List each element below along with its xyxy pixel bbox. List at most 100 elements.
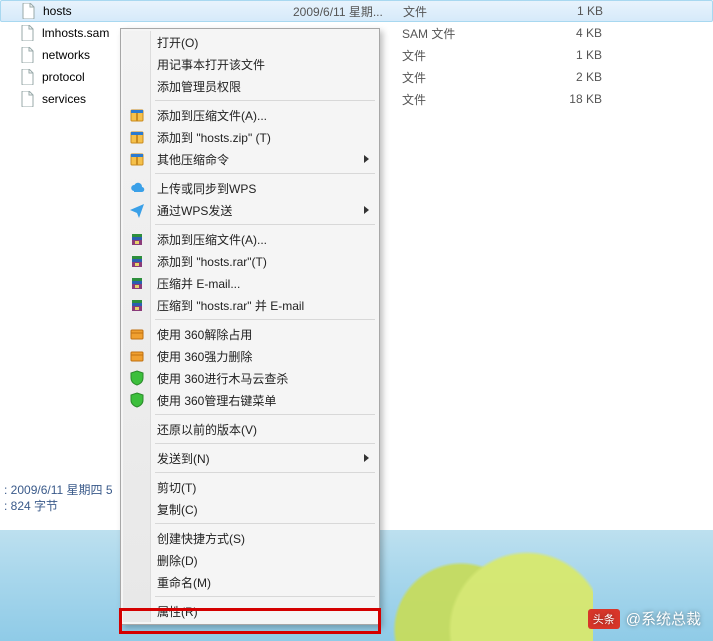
menu-item-label: 使用 360强力删除 [157,348,252,365]
shield-icon [129,392,145,408]
watermark: 头条 @系统总裁 [588,608,701,629]
menu-separator [155,414,375,415]
menu-item[interactable]: 删除(D) [123,549,377,571]
send-icon [129,202,145,218]
menu-item[interactable]: 属性(R) [123,600,377,622]
menu-item[interactable]: 压缩并 E-mail... [123,272,377,294]
menu-item-label: 通过WPS发送 [157,202,232,219]
status-bar: : 2009/6/11 星期四 5 : 824 字节 [0,480,117,516]
menu-item[interactable]: 添加到压缩文件(A)... [123,104,377,126]
file-row[interactable]: hosts2009/6/11 星期...文件1 KB [0,0,713,22]
menu-item-label: 删除(D) [157,552,198,569]
menu-item[interactable]: 还原以前的版本(V) [123,418,377,440]
rar-icon [129,297,145,313]
watermark-badge: 头条 [588,609,620,629]
zip-blue-icon [129,151,145,167]
menu-item-label: 复制(C) [157,501,198,518]
file-size: 18 KB [542,92,602,106]
file-type: 文件 [402,69,542,86]
zip-blue-icon [129,107,145,123]
file-icon [20,91,36,107]
menu-item[interactable]: 用记事本打开该文件 [123,53,377,75]
menu-item-label: 使用 360进行木马云查杀 [157,370,288,387]
menu-item-label: 其他压缩命令 [157,151,229,168]
menu-item-label: 使用 360解除占用 [157,326,252,343]
menu-item[interactable]: 使用 360强力删除 [123,345,377,367]
file-type: 文件 [403,3,543,20]
file-size: 4 KB [542,26,602,40]
menu-item-label: 属性(R) [157,603,198,620]
file-icon [20,69,36,85]
file-type: SAM 文件 [402,25,542,42]
menu-item[interactable]: 通过WPS发送 [123,199,377,221]
file-icon [20,47,36,63]
box-icon [129,326,145,342]
menu-item[interactable]: 添加管理员权限 [123,75,377,97]
rar-icon [129,231,145,247]
menu-item[interactable]: 压缩到 "hosts.rar" 并 E-mail [123,294,377,316]
menu-item[interactable]: 使用 360进行木马云查杀 [123,367,377,389]
menu-item-label: 重命名(M) [157,574,211,591]
menu-item-label: 上传或同步到WPS [157,180,256,197]
menu-item-label: 用记事本打开该文件 [157,56,265,73]
menu-item[interactable]: 添加到压缩文件(A)... [123,228,377,250]
menu-item-label: 添加管理员权限 [157,78,241,95]
file-size: 1 KB [542,48,602,62]
menu-separator [155,596,375,597]
status-size: : 824 字节 [4,498,113,514]
menu-item-label: 添加到 "hosts.zip" (T) [157,129,271,146]
menu-item-label: 打开(O) [157,34,198,51]
menu-item-label: 添加到 "hosts.rar"(T) [157,253,267,270]
menu-separator [155,319,375,320]
menu-item-label: 使用 360管理右键菜单 [157,392,276,409]
menu-item[interactable]: 复制(C) [123,498,377,520]
cloud-icon [129,180,145,196]
menu-item-label: 压缩并 E-mail... [157,275,240,292]
watermark-text: @系统总裁 [626,608,701,629]
status-date: : 2009/6/11 星期四 5 [4,482,113,498]
menu-item-label: 添加到压缩文件(A)... [157,231,267,248]
zip-blue-icon [129,129,145,145]
file-type: 文件 [402,91,542,108]
menu-separator [155,173,375,174]
file-icon [21,3,37,19]
menu-item[interactable]: 重命名(M) [123,571,377,593]
menu-item[interactable]: 添加到 "hosts.rar"(T) [123,250,377,272]
rar-icon [129,275,145,291]
menu-item[interactable]: 打开(O) [123,31,377,53]
shield-icon [129,370,145,386]
context-menu: 打开(O) 用记事本打开该文件添加管理员权限添加到压缩文件(A)... 添加到 "h… [120,28,380,625]
chevron-right-icon [364,454,369,462]
menu-item[interactable]: 创建快捷方式(S) [123,527,377,549]
menu-items: 打开(O) 用记事本打开该文件添加管理员权限添加到压缩文件(A)... 添加到 "h… [123,31,377,622]
menu-item-label: 发送到(N) [157,450,210,467]
menu-separator [155,443,375,444]
file-icon [20,25,36,41]
menu-item[interactable]: 使用 360管理右键菜单 [123,389,377,411]
menu-item[interactable]: 发送到(N) [123,447,377,469]
menu-item[interactable]: 使用 360解除占用 [123,323,377,345]
menu-separator [155,224,375,225]
file-size: 2 KB [542,70,602,84]
rar-icon [129,253,145,269]
chevron-right-icon [364,155,369,163]
file-name: hosts [43,4,293,18]
box-icon [129,348,145,364]
file-date: 2009/6/11 星期... [293,3,403,20]
menu-item[interactable]: 剪切(T) [123,476,377,498]
menu-item-label: 创建快捷方式(S) [157,530,245,547]
menu-item[interactable]: 上传或同步到WPS [123,177,377,199]
wallpaper-decor [373,530,593,641]
chevron-right-icon [364,206,369,214]
menu-item-label: 剪切(T) [157,479,196,496]
menu-item[interactable]: 添加到 "hosts.zip" (T) [123,126,377,148]
menu-item-label: 添加到压缩文件(A)... [157,107,267,124]
menu-separator [155,100,375,101]
menu-item-label: 压缩到 "hosts.rar" 并 E-mail [157,297,304,314]
menu-separator [155,523,375,524]
menu-separator [155,472,375,473]
file-size: 1 KB [543,4,603,18]
menu-item-label: 还原以前的版本(V) [157,421,257,438]
file-type: 文件 [402,47,542,64]
menu-item[interactable]: 其他压缩命令 [123,148,377,170]
